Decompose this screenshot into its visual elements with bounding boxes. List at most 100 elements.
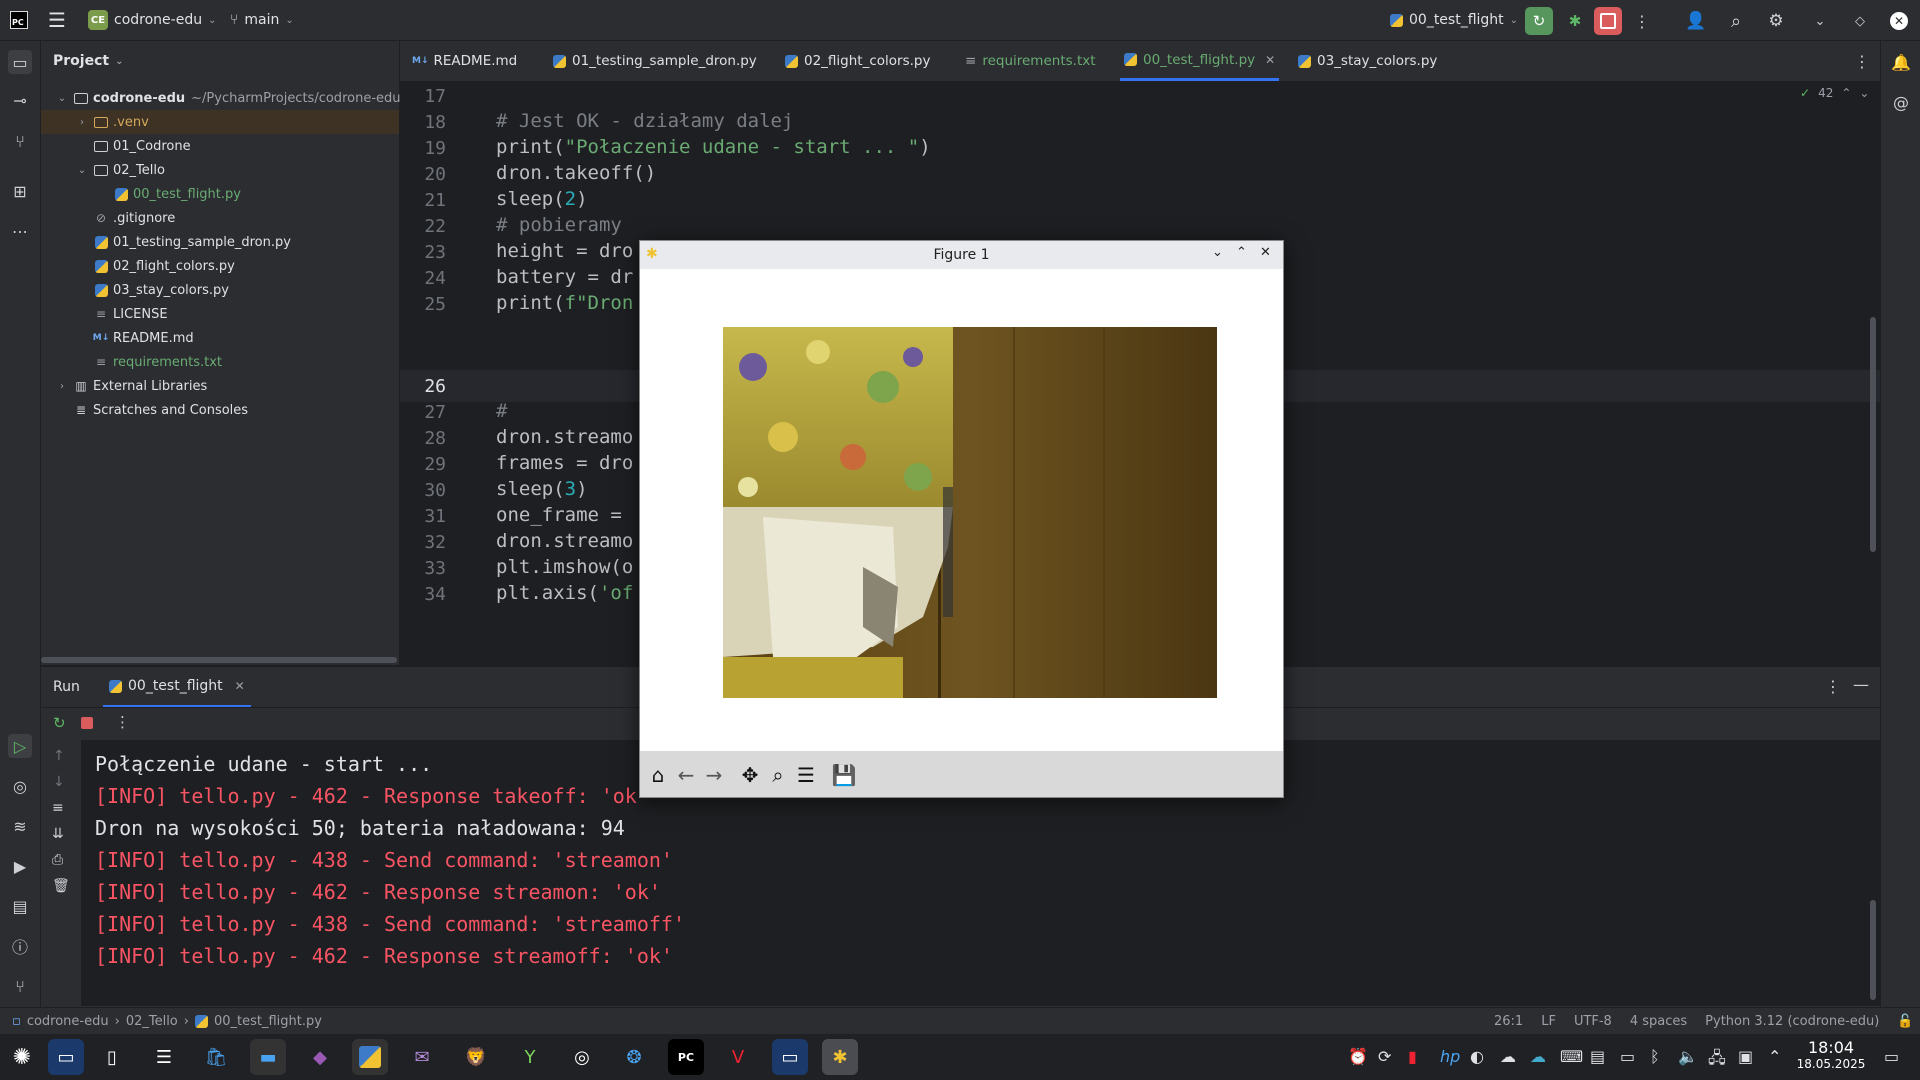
- settings-gear-icon[interactable]: ⚙: [1762, 7, 1790, 35]
- tab-01-testing[interactable]: 01_testing_sample_dron.py: [553, 41, 757, 81]
- mail-app-icon[interactable]: ✉: [404, 1039, 440, 1075]
- notifications-bell-icon[interactable]: 🔔: [1889, 50, 1913, 74]
- stop-icon[interactable]: [81, 717, 93, 729]
- pycharm-logo-icon[interactable]: PC: [10, 0, 28, 40]
- stop-button[interactable]: [1594, 7, 1622, 35]
- volume-icon[interactable]: 🔈: [1678, 1047, 1698, 1066]
- pull-requests-icon[interactable]: ⑂: [8, 129, 32, 153]
- scroll-to-end-icon[interactable]: ⇊: [52, 826, 64, 842]
- save-figure-icon[interactable]: 💾: [832, 763, 857, 787]
- cloud-icon[interactable]: ☁: [1500, 1047, 1516, 1066]
- more-icon[interactable]: ⋮: [115, 713, 130, 731]
- file-encoding[interactable]: UTF-8: [1574, 1014, 1612, 1029]
- tray-app2-icon[interactable]: ◐: [1470, 1047, 1484, 1066]
- more-actions-icon[interactable]: ⋮: [1628, 7, 1656, 35]
- trash-icon[interactable]: 🗑: [52, 878, 70, 894]
- start-menu-icon[interactable]: ✺: [4, 1039, 40, 1075]
- line-separator[interactable]: LF: [1541, 1014, 1556, 1029]
- discover-app-icon[interactable]: 🛍: [198, 1039, 234, 1075]
- tab-03-stay-colors[interactable]: 03_stay_colors.py: [1298, 41, 1437, 81]
- commit-tool-icon[interactable]: ⊸: [8, 88, 32, 112]
- tree-item-03-stay-colors[interactable]: 03_stay_colors.py: [41, 278, 451, 302]
- alarm-icon[interactable]: ⏰: [1348, 1047, 1368, 1066]
- app-swirl-icon[interactable]: ❂: [616, 1039, 652, 1075]
- console-scrollbar[interactable]: [1870, 900, 1876, 1000]
- main-menu-icon[interactable]: ☰: [48, 0, 66, 40]
- tree-item-02-tello[interactable]: ⌄ 02_Tello: [41, 158, 433, 182]
- tree-item-gitignore[interactable]: ⊘ .gitignore: [41, 206, 451, 230]
- brave-app-icon[interactable]: 🦁: [458, 1039, 494, 1075]
- tree-item-02-flight-colors[interactable]: 02_flight_colors.py: [41, 254, 451, 278]
- arrow-up-icon[interactable]: ↑: [53, 748, 65, 764]
- soft-wrap-icon[interactable]: ≡: [52, 800, 64, 816]
- file-app-icon[interactable]: ▯: [94, 1039, 130, 1075]
- indent-setting[interactable]: 4 spaces: [1630, 1014, 1687, 1029]
- tree-item-venv[interactable]: › .venv: [41, 110, 399, 134]
- tab-options-icon[interactable]: ⋮: [1854, 41, 1870, 81]
- branch-selector[interactable]: ⑂ main ⌄: [230, 0, 294, 40]
- configure-subplots-icon[interactable]: ☰: [794, 763, 818, 787]
- minimize-icon[interactable]: ⌄: [1212, 245, 1223, 260]
- breadcrumb-item[interactable]: 00_test_flight.py: [214, 1014, 322, 1029]
- zoom-icon[interactable]: ⌕: [766, 763, 790, 787]
- close-tab-icon[interactable]: ✕: [1265, 53, 1275, 67]
- vivaldi-app-icon[interactable]: V: [720, 1039, 756, 1075]
- obsidian-app-icon[interactable]: ◆: [302, 1039, 338, 1075]
- home-icon[interactable]: ⌂: [646, 763, 670, 787]
- tree-item-01-testing[interactable]: 01_testing_sample_dron.py: [41, 230, 451, 254]
- project-panel-header[interactable]: Project ⌄: [53, 41, 123, 81]
- tree-item-scratches[interactable]: ≣ Scratches and Consoles: [41, 398, 431, 422]
- battery-icon[interactable]: ▭: [1620, 1047, 1635, 1066]
- run-config-selector[interactable]: 00_test_flight ⌄: [1390, 0, 1518, 40]
- window-close-button[interactable]: ✕: [1885, 7, 1913, 35]
- debug-button[interactable]: ✱: [1561, 7, 1589, 35]
- terminal-icon[interactable]: ▤: [8, 894, 32, 918]
- services-icon[interactable]: ▶: [8, 854, 32, 878]
- tree-item-license[interactable]: ≡ LICENSE: [41, 302, 451, 326]
- file-manager-app-icon[interactable]: ▬: [250, 1039, 286, 1075]
- structure-icon[interactable]: ⊞: [8, 179, 32, 203]
- lock-icon[interactable]: 🔓: [1897, 1014, 1913, 1029]
- pycharm-app-icon[interactable]: PC: [668, 1039, 704, 1075]
- tab-requirements[interactable]: ≡ requirements.txt: [965, 41, 1096, 81]
- project-tool-icon[interactable]: ▭: [8, 50, 32, 74]
- sync-icon[interactable]: ⟳: [1378, 1047, 1391, 1066]
- python-interpreter[interactable]: Python 3.12 (codrone-edu): [1705, 1014, 1879, 1029]
- terminal-app-icon[interactable]: ▭: [48, 1039, 84, 1075]
- python-console-icon[interactable]: ◎: [8, 774, 32, 798]
- figure-window[interactable]: ✱ Figure 1 ⌄ ⌃ ✕ ⌂ ← → ✥ ⌕ ☰ 💾: [639, 240, 1284, 798]
- chevron-up-icon[interactable]: ⌃: [1768, 1047, 1781, 1066]
- close-tab-icon[interactable]: ✕: [235, 679, 245, 693]
- tab-readme[interactable]: M↓ README.md: [412, 41, 517, 81]
- hide-panel-icon[interactable]: —: [1853, 675, 1869, 694]
- keyboard-icon[interactable]: ⌨: [1560, 1047, 1583, 1066]
- python-app-icon[interactable]: [352, 1039, 388, 1075]
- search-icon[interactable]: ⌕: [1722, 7, 1750, 35]
- show-desktop-icon[interactable]: ▭: [1884, 1047, 1899, 1066]
- run-tab-00-test-flight[interactable]: 00_test_flight ✕: [103, 667, 251, 707]
- run-options-icon[interactable]: ⋮: [1825, 677, 1841, 696]
- clipboard-icon[interactable]: ▤: [1590, 1047, 1605, 1066]
- add-user-icon[interactable]: 👤: [1682, 7, 1710, 35]
- git-icon[interactable]: ⑂: [8, 974, 32, 998]
- maximize-icon[interactable]: ⌃: [1236, 245, 1247, 260]
- tree-item-requirements[interactable]: ≡ requirements.txt: [41, 350, 451, 374]
- pan-icon[interactable]: ✥: [738, 763, 762, 787]
- cloud2-icon[interactable]: ☁: [1530, 1047, 1546, 1066]
- rerun-button[interactable]: ↻: [1525, 7, 1553, 35]
- caret-position[interactable]: 26:1: [1494, 1014, 1523, 1029]
- inspection-widget[interactable]: ✓ 42 ⌃ ⌄: [1800, 86, 1869, 100]
- vertical-scrollbar[interactable]: [1870, 317, 1876, 552]
- network-icon[interactable]: 🖧: [1708, 1047, 1726, 1074]
- tree-item-01-codrone[interactable]: 01_Codrone: [41, 134, 451, 158]
- breadcrumb-item[interactable]: codrone-edu: [27, 1014, 109, 1029]
- tab-02-flight-colors[interactable]: 02_flight_colors.py: [785, 41, 930, 81]
- ai-assistant-icon[interactable]: @: [1889, 90, 1913, 114]
- arrow-down-icon[interactable]: ↓: [53, 774, 65, 790]
- tree-item-root[interactable]: ⌄ codrone-edu ~/PycharmProjects/codrone-…: [41, 86, 413, 110]
- settings-app-icon[interactable]: ☰: [146, 1039, 182, 1075]
- bluetooth-icon[interactable]: ᛒ: [1650, 1047, 1660, 1066]
- app-circle-icon[interactable]: ◎: [564, 1039, 600, 1075]
- terminal2-app-icon[interactable]: ▭: [772, 1039, 808, 1075]
- python-packages-icon[interactable]: ≋: [8, 814, 32, 838]
